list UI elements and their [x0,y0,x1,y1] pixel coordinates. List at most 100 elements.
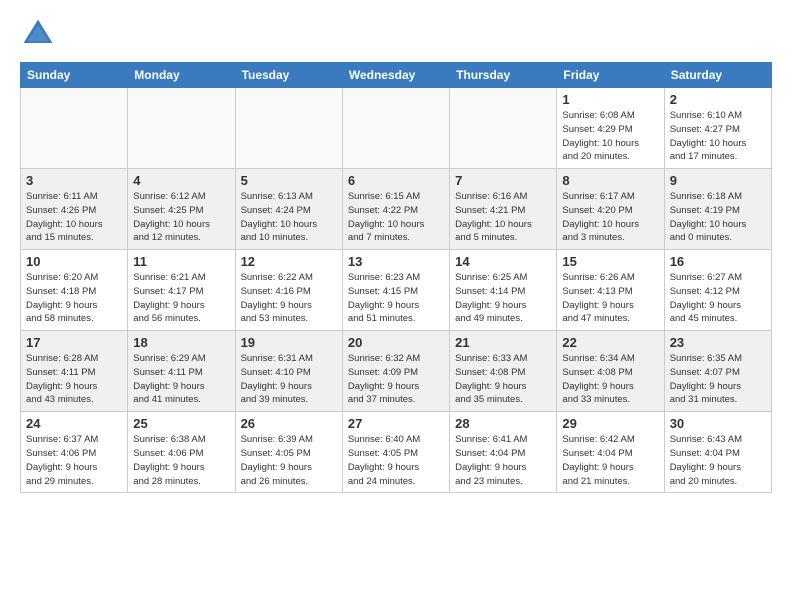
calendar-week-row: 24 Sunrise: 6:37 AM Sunset: 4:06 PM Dayli… [21,412,772,493]
table-row: 2 Sunrise: 6:10 AM Sunset: 4:27 PM Daylig… [664,88,771,169]
day-number: 16 [670,254,766,269]
day-info: Sunrise: 6:23 AM Sunset: 4:15 PM Dayligh… [348,271,444,326]
table-row: 30 Sunrise: 6:43 AM Sunset: 4:04 PM Dayli… [664,412,771,493]
table-row: 5 Sunrise: 6:13 AM Sunset: 4:24 PM Daylig… [235,169,342,250]
day-number: 7 [455,173,551,188]
day-info: Sunrise: 6:37 AM Sunset: 4:06 PM Dayligh… [26,433,122,488]
day-info: Sunrise: 6:40 AM Sunset: 4:05 PM Dayligh… [348,433,444,488]
col-wednesday: Wednesday [342,63,449,88]
day-number: 30 [670,416,766,431]
day-info: Sunrise: 6:43 AM Sunset: 4:04 PM Dayligh… [670,433,766,488]
table-row: 15 Sunrise: 6:26 AM Sunset: 4:13 PM Dayli… [557,250,664,331]
table-row [450,88,557,169]
day-number: 24 [26,416,122,431]
day-info: Sunrise: 6:20 AM Sunset: 4:18 PM Dayligh… [26,271,122,326]
day-info: Sunrise: 6:25 AM Sunset: 4:14 PM Dayligh… [455,271,551,326]
calendar-week-row: 1Sunrise: 6:08 AM Sunset: 4:29 PM Daylig… [21,88,772,169]
table-row [128,88,235,169]
day-info: Sunrise: 6:41 AM Sunset: 4:04 PM Dayligh… [455,433,551,488]
day-info: Sunrise: 6:11 AM Sunset: 4:26 PM Dayligh… [26,190,122,245]
table-row: 7 Sunrise: 6:16 AM Sunset: 4:21 PM Daylig… [450,169,557,250]
table-row: 20Sunrise: 6:32 AM Sunset: 4:09 PM Dayli… [342,331,449,412]
day-number: 10 [26,254,122,269]
table-row [342,88,449,169]
day-info: Sunrise: 6:22 AM Sunset: 4:16 PM Dayligh… [241,271,337,326]
table-row: 1Sunrise: 6:08 AM Sunset: 4:29 PM Daylig… [557,88,664,169]
table-row: 9Sunrise: 6:18 AM Sunset: 4:19 PM Daylig… [664,169,771,250]
day-number: 26 [241,416,337,431]
table-row: 22 Sunrise: 6:34 AM Sunset: 4:08 PM Dayli… [557,331,664,412]
header [20,16,772,52]
day-info: Sunrise: 6:28 AM Sunset: 4:11 PM Dayligh… [26,352,122,407]
day-number: 12 [241,254,337,269]
day-number: 22 [562,335,658,350]
table-row: 12 Sunrise: 6:22 AM Sunset: 4:16 PM Dayli… [235,250,342,331]
col-thursday: Thursday [450,63,557,88]
table-row: 14 Sunrise: 6:25 AM Sunset: 4:14 PM Dayli… [450,250,557,331]
table-row: 24 Sunrise: 6:37 AM Sunset: 4:06 PM Dayli… [21,412,128,493]
day-info: Sunrise: 6:10 AM Sunset: 4:27 PM Dayligh… [670,109,766,164]
page: Sunday Monday Tuesday Wednesday Thursday… [0,0,792,503]
table-row: 6Sunrise: 6:15 AM Sunset: 4:22 PM Daylig… [342,169,449,250]
col-tuesday: Tuesday [235,63,342,88]
day-number: 9 [670,173,766,188]
table-row: 23 Sunrise: 6:35 AM Sunset: 4:07 PM Dayli… [664,331,771,412]
day-info: Sunrise: 6:35 AM Sunset: 4:07 PM Dayligh… [670,352,766,407]
day-info: Sunrise: 6:34 AM Sunset: 4:08 PM Dayligh… [562,352,658,407]
day-number: 23 [670,335,766,350]
col-saturday: Saturday [664,63,771,88]
day-number: 14 [455,254,551,269]
day-info: Sunrise: 6:21 AM Sunset: 4:17 PM Dayligh… [133,271,229,326]
day-info: Sunrise: 6:27 AM Sunset: 4:12 PM Dayligh… [670,271,766,326]
day-info: Sunrise: 6:26 AM Sunset: 4:13 PM Dayligh… [562,271,658,326]
day-info: Sunrise: 6:38 AM Sunset: 4:06 PM Dayligh… [133,433,229,488]
table-row: 10 Sunrise: 6:20 AM Sunset: 4:18 PM Dayli… [21,250,128,331]
col-friday: Friday [557,63,664,88]
day-number: 17 [26,335,122,350]
table-row: 3 Sunrise: 6:11 AM Sunset: 4:26 PM Daylig… [21,169,128,250]
table-row: 17 Sunrise: 6:28 AM Sunset: 4:11 PM Dayli… [21,331,128,412]
day-info: Sunrise: 6:17 AM Sunset: 4:20 PM Dayligh… [562,190,658,245]
table-row [21,88,128,169]
day-number: 2 [670,92,766,107]
day-info: Sunrise: 6:16 AM Sunset: 4:21 PM Dayligh… [455,190,551,245]
table-row: 28 Sunrise: 6:41 AM Sunset: 4:04 PM Dayli… [450,412,557,493]
table-row: 27 Sunrise: 6:40 AM Sunset: 4:05 PM Dayli… [342,412,449,493]
table-row: 13Sunrise: 6:23 AM Sunset: 4:15 PM Dayli… [342,250,449,331]
calendar-week-row: 17 Sunrise: 6:28 AM Sunset: 4:11 PM Dayli… [21,331,772,412]
day-number: 3 [26,173,122,188]
logo [20,16,60,52]
calendar-week-row: 10 Sunrise: 6:20 AM Sunset: 4:18 PM Dayli… [21,250,772,331]
table-row: 11 Sunrise: 6:21 AM Sunset: 4:17 PM Dayli… [128,250,235,331]
day-number: 19 [241,335,337,350]
col-monday: Monday [128,63,235,88]
day-info: Sunrise: 6:39 AM Sunset: 4:05 PM Dayligh… [241,433,337,488]
day-info: Sunrise: 6:42 AM Sunset: 4:04 PM Dayligh… [562,433,658,488]
day-number: 8 [562,173,658,188]
table-row: 4Sunrise: 6:12 AM Sunset: 4:25 PM Daylig… [128,169,235,250]
day-number: 6 [348,173,444,188]
day-number: 21 [455,335,551,350]
day-info: Sunrise: 6:29 AM Sunset: 4:11 PM Dayligh… [133,352,229,407]
calendar-week-row: 3 Sunrise: 6:11 AM Sunset: 4:26 PM Daylig… [21,169,772,250]
table-row: 19 Sunrise: 6:31 AM Sunset: 4:10 PM Dayli… [235,331,342,412]
day-number: 27 [348,416,444,431]
day-number: 20 [348,335,444,350]
calendar-header-row: Sunday Monday Tuesday Wednesday Thursday… [21,63,772,88]
table-row: 16 Sunrise: 6:27 AM Sunset: 4:12 PM Dayli… [664,250,771,331]
day-number: 25 [133,416,229,431]
day-number: 5 [241,173,337,188]
table-row: 29Sunrise: 6:42 AM Sunset: 4:04 PM Dayli… [557,412,664,493]
col-sunday: Sunday [21,63,128,88]
day-info: Sunrise: 6:31 AM Sunset: 4:10 PM Dayligh… [241,352,337,407]
day-info: Sunrise: 6:13 AM Sunset: 4:24 PM Dayligh… [241,190,337,245]
day-number: 4 [133,173,229,188]
table-row [235,88,342,169]
day-number: 15 [562,254,658,269]
calendar-table: Sunday Monday Tuesday Wednesday Thursday… [20,62,772,493]
table-row: 18Sunrise: 6:29 AM Sunset: 4:11 PM Dayli… [128,331,235,412]
day-number: 11 [133,254,229,269]
table-row: 25 Sunrise: 6:38 AM Sunset: 4:06 PM Dayli… [128,412,235,493]
table-row: 8 Sunrise: 6:17 AM Sunset: 4:20 PM Daylig… [557,169,664,250]
day-number: 28 [455,416,551,431]
